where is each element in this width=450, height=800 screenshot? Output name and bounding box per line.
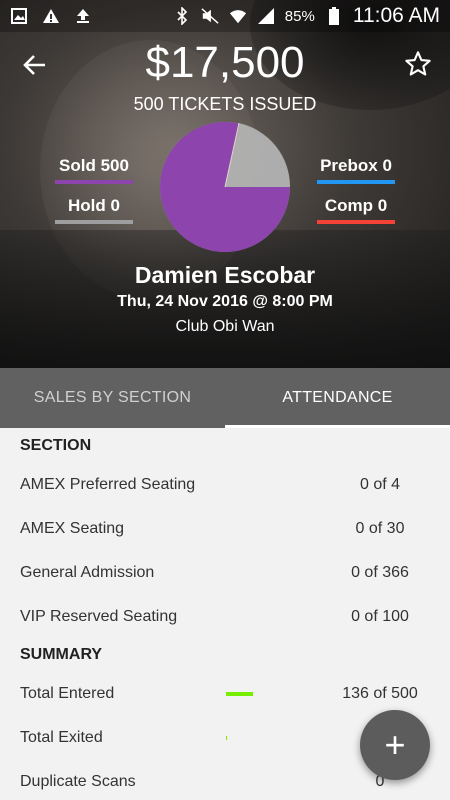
tab-attendance[interactable]: ATTENDANCE (225, 368, 450, 428)
section-row: General Admission 0 of 366 (0, 564, 450, 608)
event-venue: Club Obi Wan (175, 318, 275, 335)
legend-comp: Comp 0 (317, 196, 395, 224)
entered-progress-bar (226, 692, 254, 696)
clock: 11:06 AM (352, 4, 440, 27)
section-row-value: 0 of 100 (351, 608, 409, 625)
mute-icon (201, 7, 219, 25)
section-row-value: 0 of 30 (355, 520, 405, 537)
event-datetime: Thu, 24 Nov 2016 @ 8:00 PM (117, 293, 333, 310)
total-sales-amount: $17,500 (145, 38, 305, 87)
tab-sales-by-section[interactable]: SALES BY SECTION (0, 368, 225, 428)
section-row-label: General Admission (20, 564, 155, 581)
ticket-pie-chart (160, 122, 290, 252)
legend-hold: Hold 0 (55, 196, 133, 224)
status-bar: 85% 11:06 AM (0, 0, 450, 32)
legend-sold-label: Sold 500 (59, 156, 129, 175)
legend-prebox-bar (317, 180, 395, 184)
summary-row-label: Duplicate Scans (20, 773, 136, 790)
tickets-issued: 500 TICKETS ISSUED (133, 94, 317, 114)
summary-row-value: 136 of 500 (342, 685, 418, 702)
bluetooth-icon (173, 7, 191, 25)
section-row-label: AMEX Preferred Seating (20, 476, 196, 493)
legend-sold: Sold 500 (55, 156, 133, 184)
summary-row-label: Total Exited (20, 729, 103, 746)
section-row-value: 0 of 4 (359, 476, 401, 493)
summary-heading: SUMMARY (20, 646, 103, 663)
section-row-value: 0 of 366 (351, 564, 409, 581)
section-row-label: AMEX Seating (20, 520, 125, 537)
summary-row-label: Total Entered (20, 685, 115, 702)
artist-name: Damien Escobar (134, 262, 316, 288)
upload-icon (74, 7, 92, 25)
image-icon (10, 7, 28, 25)
wifi-icon (229, 7, 247, 25)
legend-hold-bar (55, 220, 133, 224)
battery-icon (325, 7, 343, 25)
section-row-label: VIP Reserved Seating (20, 608, 178, 625)
legend-hold-label: Hold 0 (68, 196, 120, 215)
section-row: AMEX Seating 0 of 30 (0, 520, 450, 564)
exited-progress-bar (226, 736, 227, 740)
warning-icon (42, 7, 60, 25)
tab-bar: SALES BY SECTION ATTENDANCE (0, 368, 450, 428)
legend-sold-bar (55, 180, 133, 184)
legend-comp-bar (317, 220, 395, 224)
legend-prebox: Prebox 0 (317, 156, 395, 184)
signal-icon (257, 7, 275, 25)
legend-prebox-label: Prebox 0 (320, 156, 392, 175)
add-button[interactable]: + (360, 710, 430, 780)
section-heading: SECTION (20, 437, 92, 454)
battery-percent: 85% (284, 7, 315, 25)
section-row: AMEX Preferred Seating 0 of 4 (0, 476, 450, 520)
legend-comp-label: Comp 0 (324, 196, 388, 215)
